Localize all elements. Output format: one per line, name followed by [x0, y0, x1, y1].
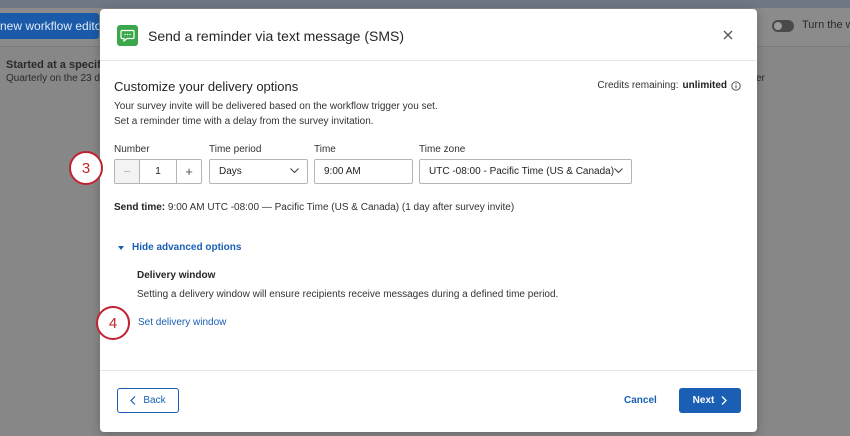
time-label: Time: [314, 144, 336, 155]
advanced-options-label: Hide advanced options: [132, 242, 242, 253]
increment-button[interactable]: +: [176, 160, 201, 183]
section-title: Customize your delivery options: [114, 79, 299, 94]
top-strip: [0, 0, 850, 8]
credits-value: unlimited: [682, 80, 727, 91]
info-icon[interactable]: [731, 80, 741, 91]
delivery-window-description: Setting a delivery window will ensure re…: [137, 289, 559, 300]
hide-advanced-options-toggle[interactable]: Hide advanced options: [118, 242, 241, 253]
next-button-label: Next: [692, 395, 715, 406]
workflow-toggle[interactable]: [772, 20, 794, 32]
chevron-down-icon: [290, 168, 299, 174]
back-button-label: Back: [143, 395, 166, 406]
time-zone-select[interactable]: UTC -08:00 - Pacific Time (US & Canada): [419, 159, 632, 184]
credits-label: Credits remaining:: [597, 80, 679, 91]
step-marker-4: 4: [96, 306, 130, 340]
back-button[interactable]: Back: [117, 388, 179, 413]
credits-remaining: Credits remaining: unlimited: [597, 80, 741, 91]
time-zone-label: Time zone: [419, 144, 466, 155]
sms-reminder-dialog: Send a reminder via text message (SMS) C…: [100, 9, 757, 432]
chevron-down-icon: [614, 168, 623, 174]
send-time-value: 9:00 AM UTC -08:00 — Pacific Time (US & …: [167, 202, 515, 213]
footer-divider: [100, 370, 757, 371]
description-line-1: Your survey invite will be delivered bas…: [114, 101, 438, 112]
caret-down-icon: [118, 245, 124, 250]
decrement-button[interactable]: −: [115, 160, 140, 183]
time-period-value: Days: [219, 166, 242, 177]
time-input[interactable]: 9:00 AM: [314, 159, 413, 184]
number-stepper: − 1 +: [114, 159, 202, 184]
number-label: Number: [114, 144, 150, 155]
sms-icon: [117, 25, 138, 46]
next-button[interactable]: Next: [679, 388, 741, 413]
trigger-subtitle: Quarterly on the 23 d: [6, 73, 100, 84]
dialog-header: Send a reminder via text message (SMS): [100, 9, 757, 61]
new-workflow-editor-button[interactable]: new workflow editor: [0, 13, 99, 39]
description-line-2: Set a reminder time with a delay from th…: [114, 116, 374, 127]
send-time-summary: Send time: 9:00 AM UTC -08:00 — Pacific …: [114, 202, 514, 213]
dialog-title: Send a reminder via text message (SMS): [148, 28, 404, 44]
trigger-title: Started at a specific: [6, 59, 110, 71]
chevron-left-icon: [130, 396, 136, 405]
close-icon[interactable]: [720, 27, 736, 43]
send-time-label: Send time:: [114, 202, 166, 213]
background-text-fragment: er: [756, 73, 765, 84]
chevron-right-icon: [721, 396, 728, 405]
time-period-label: Time period: [209, 144, 262, 155]
time-period-select[interactable]: Days: [209, 159, 308, 184]
number-input[interactable]: 1: [140, 160, 176, 183]
workflow-toggle-label: Turn the we: [802, 19, 850, 31]
time-zone-value: UTC -08:00 - Pacific Time (US & Canada): [429, 166, 615, 177]
step-marker-3: 3: [69, 151, 103, 185]
set-delivery-window-link[interactable]: Set delivery window: [138, 317, 226, 328]
delivery-window-title: Delivery window: [137, 270, 216, 281]
cancel-button[interactable]: Cancel: [624, 395, 657, 406]
